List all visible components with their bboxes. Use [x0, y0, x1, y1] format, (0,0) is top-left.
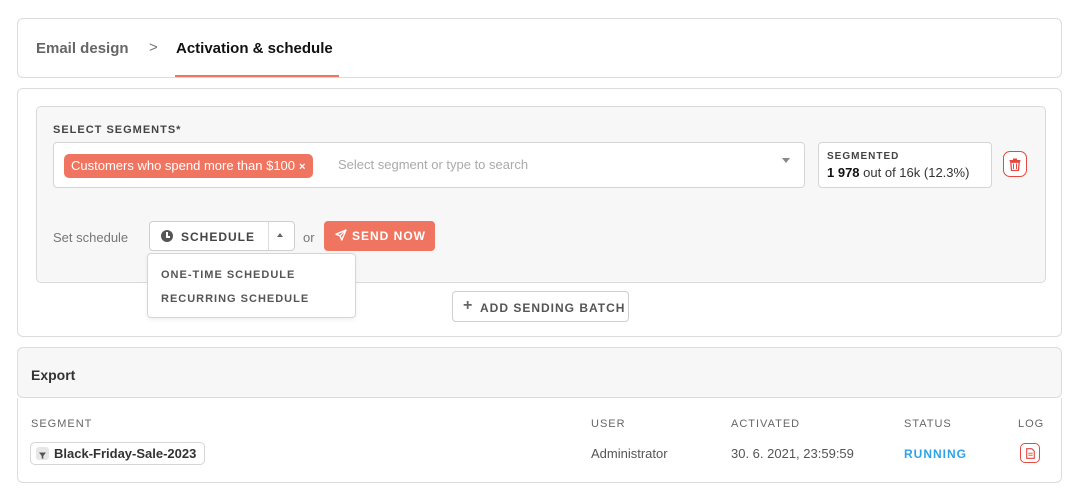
plus-icon: +: [463, 297, 474, 314]
paper-plane-icon: [335, 229, 347, 241]
add-sending-batch-label: ADD SENDING BATCH: [480, 301, 626, 315]
delete-segment-button[interactable]: [1003, 151, 1027, 177]
chip-remove-icon[interactable]: ×: [299, 161, 305, 173]
breadcrumb-step-email-design[interactable]: Email design: [36, 40, 129, 57]
menu-item-one-time-schedule[interactable]: ONE-TIME SCHEDULE: [161, 269, 295, 281]
active-step-underline: [175, 75, 339, 77]
set-schedule-label: Set schedule: [53, 230, 129, 245]
selected-segment-label: Customers who spend more than $100: [71, 158, 296, 173]
segment-tag[interactable]: Black-Friday-Sale-2023: [30, 442, 206, 465]
send-now-label: SEND NOW: [352, 229, 426, 243]
segmented-title: SEGMENTED: [827, 151, 900, 162]
segmented-value: 1 978 out of 16k (12.3%): [827, 165, 969, 180]
caret-down-icon[interactable]: [782, 158, 790, 163]
or-text: or: [303, 230, 315, 245]
chevron-right-icon: >: [149, 39, 158, 56]
select-divider: [268, 222, 269, 250]
caret-up-icon[interactable]: [277, 233, 283, 237]
schedule-select-value: SCHEDULE: [181, 230, 256, 244]
export-title: Export: [31, 367, 76, 383]
log-button[interactable]: [1020, 443, 1040, 463]
select-segments-label: SELECT SEGMENTS*: [53, 124, 182, 136]
breadcrumb-step-activation-schedule[interactable]: Activation & schedule: [176, 40, 333, 57]
segmented-summary: SEGMENTED 1 978 out of 16k (12.3%): [818, 142, 992, 188]
column-header-user: USER: [591, 418, 626, 430]
schedule-select[interactable]: SCHEDULE: [149, 221, 295, 251]
clock-icon: [161, 230, 173, 242]
schedule-menu: ONE-TIME SCHEDULE RECURRING SCHEDULE: [147, 253, 356, 318]
column-header-log: LOG: [1018, 418, 1045, 430]
segment-select[interactable]: Customers who spend more than $100 × Sele…: [53, 142, 805, 188]
row-activated: 30. 6. 2021, 23:59:59: [731, 446, 854, 461]
row-user: Administrator: [591, 446, 668, 461]
segmented-total: out of 16k (12.3%): [863, 165, 970, 180]
column-header-activated: ACTIVATED: [731, 418, 801, 430]
status-badge: RUNNING: [904, 447, 967, 461]
column-header-segment: SEGMENT: [31, 418, 93, 430]
selected-segment-chip[interactable]: Customers who spend more than $100 ×: [64, 154, 314, 178]
export-header: Export: [17, 347, 1062, 398]
send-now-button[interactable]: SEND NOW: [324, 221, 435, 251]
segmented-count: 1 978: [827, 165, 860, 180]
segment-name: Black-Friday-Sale-2023: [54, 446, 197, 461]
trash-icon: [1009, 158, 1021, 171]
export-table: SEGMENT USER ACTIVATED STATUS LOG Black-…: [17, 398, 1062, 483]
column-header-status: STATUS: [904, 418, 952, 430]
add-sending-batch-button[interactable]: + ADD SENDING BATCH: [452, 291, 629, 322]
document-icon: [1025, 447, 1035, 459]
breadcrumb: Email design > Activation & schedule: [17, 18, 1062, 78]
menu-item-recurring-schedule[interactable]: RECURRING SCHEDULE: [161, 293, 309, 305]
segment-search-input[interactable]: Select segment or type to search: [338, 157, 528, 172]
filter-icon: [36, 447, 49, 460]
